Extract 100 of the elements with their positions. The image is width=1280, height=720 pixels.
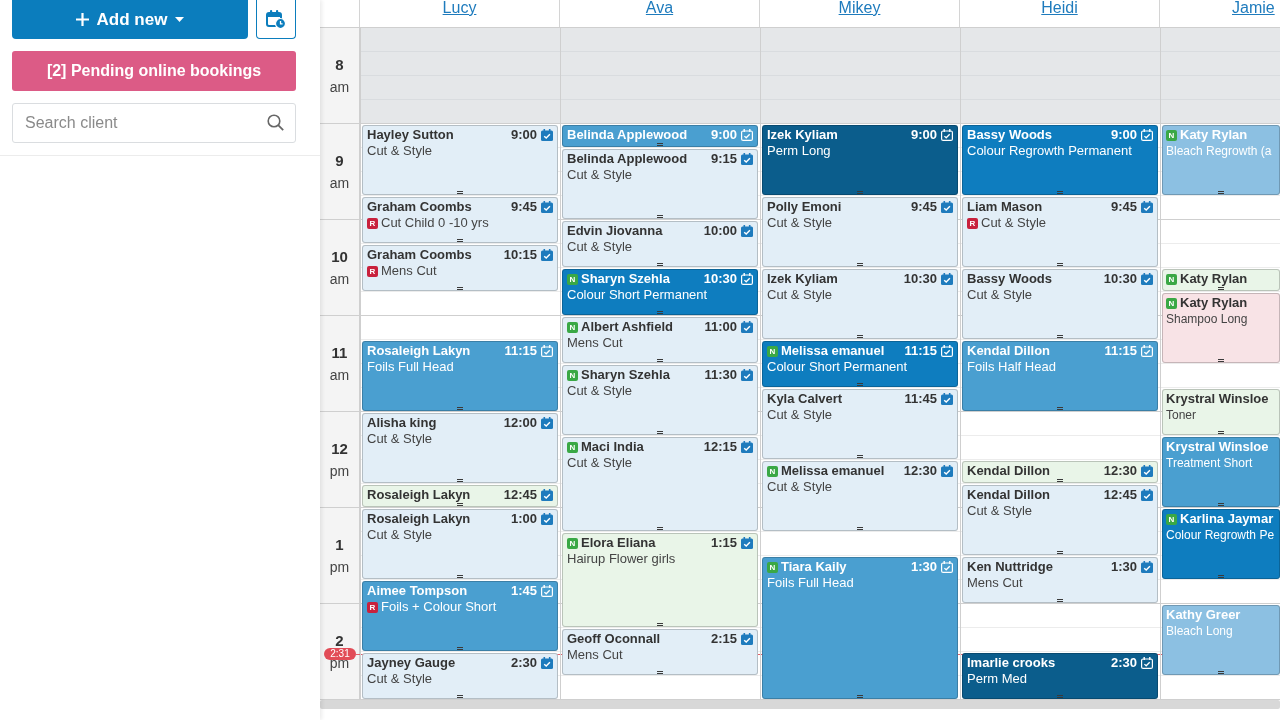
grip-icon[interactable] (857, 263, 863, 266)
appointment-time: 1:30 (1110, 559, 1137, 575)
grip-icon[interactable] (1057, 479, 1063, 482)
appointment-card[interactable]: Belinda Applewood 9:15 Cut & Style (562, 149, 758, 219)
appointment-card[interactable]: Alisha king 12:00 Cut & Style (362, 413, 558, 483)
appointment-card[interactable]: Graham Coombs 10:15 R Mens Cut (362, 245, 558, 291)
grip-icon[interactable] (1057, 551, 1063, 554)
grip-icon[interactable] (457, 407, 463, 410)
grip-icon[interactable] (457, 239, 463, 242)
calendar-check-icon (1141, 489, 1153, 501)
grip-icon[interactable] (457, 575, 463, 578)
search-field[interactable]: Search client (12, 103, 296, 143)
appointment-card[interactable]: Imarlie crooks 2:30 Perm Med (962, 653, 1158, 699)
grip-icon[interactable] (1057, 695, 1063, 698)
grip-icon[interactable] (657, 527, 663, 530)
appointment-card[interactable]: Edvin Jiovanna 10:00 Cut & Style (562, 221, 758, 267)
appointment-card[interactable]: N Melissa emanuel 11:15 Colour Short Permanent (762, 341, 958, 387)
appointment-time: 10:30 (903, 271, 937, 287)
appointment-card[interactable]: N Elora Eliana 1:15 Hairup Flower girls (562, 533, 758, 627)
appointment-card[interactable]: Ken Nuttridge 1:30 Mens Cut (962, 557, 1158, 603)
appointment-card[interactable]: Jayney Gauge 2:30 Cut & Style (362, 653, 558, 699)
staff-name-link[interactable]: Lucy (442, 0, 477, 17)
grip-icon[interactable] (1218, 503, 1224, 506)
grip-icon[interactable] (457, 695, 463, 698)
client-name: Geoff Oconnall (567, 631, 661, 647)
appointment-card[interactable]: Polly Emoni 9:45 Cut & Style (762, 197, 958, 267)
search-icon[interactable] (267, 114, 284, 131)
service-name: Cut & Style (567, 239, 633, 255)
grip-icon[interactable] (1057, 407, 1063, 410)
grip-icon[interactable] (857, 455, 863, 458)
appointment-card[interactable]: Hayley Sutton 9:00 Cut & Style (362, 125, 558, 195)
appointment-card[interactable]: Kendal Dillon 12:30 (962, 461, 1158, 483)
appointment-time: 11:45 (904, 391, 937, 407)
period-label: am (329, 174, 350, 191)
grip-icon[interactable] (1218, 287, 1224, 290)
calendar-check-icon (741, 441, 753, 453)
appointment-time: 11:15 (1104, 343, 1137, 359)
grip-icon[interactable] (1218, 671, 1224, 674)
appointment-card[interactable]: N Sharyn Szehla 10:30 Colour Short Permanent (562, 269, 758, 315)
appointment-card[interactable]: N Sharyn Szehla 11:30 Cut & Style (562, 365, 758, 435)
grip-icon[interactable] (657, 671, 663, 674)
appointment-card[interactable]: Graham Coombs 9:45 R Cut Child 0 -10 yrs (362, 197, 558, 243)
grip-icon[interactable] (857, 335, 863, 338)
appointment-card[interactable]: N Maci India 12:15 Cut & Style (562, 437, 758, 531)
grip-icon[interactable] (1057, 335, 1063, 338)
appointment-card[interactable]: N Melissa emanuel 12:30 Cut & Style (762, 461, 958, 531)
grip-icon[interactable] (657, 623, 663, 626)
appointment-card[interactable]: N Albert Ashfield 11:00 Mens Cut (562, 317, 758, 363)
appointment-card[interactable]: N Katy Rylan Shampoo Long (1162, 293, 1280, 363)
appointment-card[interactable]: Kyla Calvert 11:45 Cut & Style (762, 389, 958, 459)
grip-icon[interactable] (657, 215, 663, 218)
appointment-card[interactable]: Geoff Oconnall 2:15 Mens Cut (562, 629, 758, 675)
appointment-card[interactable]: Izek Kyliam 9:00 Perm Long (762, 125, 958, 195)
calendar-clock-icon (266, 9, 286, 29)
grip-icon[interactable] (1218, 575, 1224, 578)
grip-icon[interactable] (1218, 431, 1224, 434)
appointment-card[interactable]: N Katy Rylan (1162, 269, 1280, 291)
calendar-clock-button[interactable] (256, 0, 296, 39)
period-label: am (329, 366, 350, 383)
appointment-card[interactable]: Kendal Dillon 12:45 Cut & Style (962, 485, 1158, 555)
client-name: Albert Ashfield (581, 319, 673, 335)
service-name: Cut & Style (767, 215, 833, 231)
grip-icon[interactable] (1057, 263, 1063, 266)
grip-icon[interactable] (1218, 191, 1224, 194)
grip-icon[interactable] (1057, 191, 1063, 194)
appointment-card[interactable]: Bassy Woods 9:00 Colour Regrowth Permanent (962, 125, 1158, 195)
grip-icon[interactable] (457, 287, 463, 290)
grip-icon[interactable] (857, 383, 863, 386)
grip-icon[interactable] (457, 191, 463, 194)
appointment-card[interactable]: Krystral Winsloe Toner (1162, 389, 1280, 435)
grip-icon[interactable] (657, 143, 663, 146)
staff-name-link[interactable]: Ava (645, 0, 674, 17)
grip-icon[interactable] (1057, 599, 1063, 602)
grip-icon[interactable] (1218, 359, 1224, 362)
appointment-card[interactable]: Aimee Tompson 1:45 R Foils + Colour Short (362, 581, 558, 651)
appointment-card[interactable]: Bassy Woods 10:30 Cut & Style (962, 269, 1158, 339)
grip-icon[interactable] (857, 191, 863, 194)
grip-icon[interactable] (457, 479, 463, 482)
pending-bookings-button[interactable]: [2] Pending online bookings (12, 51, 296, 91)
grip-icon[interactable] (857, 527, 863, 530)
staff-name-link[interactable]: Mikey (838, 0, 881, 17)
appointment-card[interactable]: Liam Mason 9:45 R Cut & Style (962, 197, 1158, 267)
grip-icon[interactable] (457, 647, 463, 650)
service-name: Cut & Style (967, 503, 1033, 519)
staff-name-link[interactable]: Heidi (1041, 0, 1078, 17)
grip-icon[interactable] (657, 431, 663, 434)
appointment-card[interactable]: Rosaleigh Lakyn 1:00 Cut & Style (362, 509, 558, 579)
calendar-check-icon (541, 489, 553, 501)
appointment-card[interactable]: N Karlina Jaymar Colour Regrowth Pe (1162, 509, 1280, 579)
horizontal-scrollbar[interactable] (320, 700, 1280, 709)
grip-icon[interactable] (457, 503, 463, 506)
grip-icon[interactable] (657, 311, 663, 314)
grip-icon[interactable] (857, 695, 863, 698)
add-new-button[interactable]: Add new (12, 0, 248, 39)
appointment-card[interactable]: Rosaleigh Lakyn 12:45 (362, 485, 558, 507)
grip-icon[interactable] (657, 359, 663, 362)
staff-name-link[interactable]: Jamie (1232, 0, 1275, 17)
grip-icon[interactable] (657, 263, 663, 266)
appointment-card[interactable]: Izek Kyliam 10:30 Cut & Style (762, 269, 958, 339)
service-name: Cut & Style (367, 671, 433, 687)
